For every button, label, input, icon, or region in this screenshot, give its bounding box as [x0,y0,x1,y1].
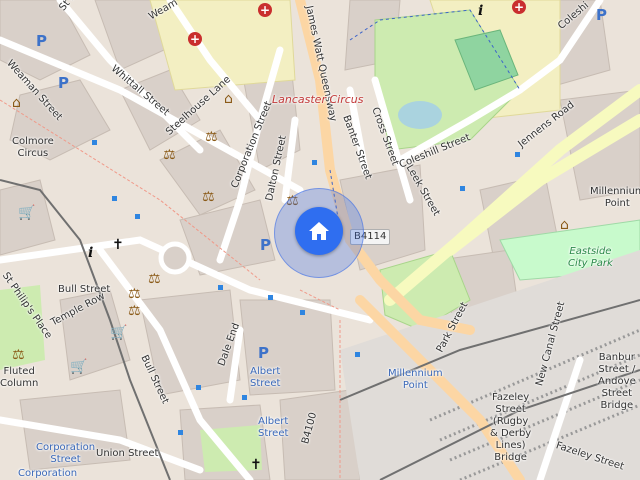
university-icon[interactable]: ⌂ [224,92,233,106]
label-corporation-bottom2: Corporation [18,468,78,479]
bus-stop[interactable] [460,186,465,191]
shop-icon[interactable]: 🛒 [70,360,87,374]
courthouse-icon[interactable]: ⚖ [202,190,215,204]
shop-icon[interactable]: 🛒 [110,326,127,340]
bus-stop[interactable] [242,395,247,400]
parking-icon[interactable]: P [58,76,69,91]
label-colmore-circus: Colmore Circus [12,136,54,159]
bus-stop[interactable] [218,285,223,290]
bus-stop[interactable] [178,430,183,435]
label-union-street: Union Street [96,448,159,459]
building-block [279,389,361,480]
courthouse-icon[interactable]: ⚖ [163,148,176,162]
map-canvas[interactable]: St Ma Weam Weaman Street Whittall Street… [0,0,640,480]
university-icon[interactable]: ⌂ [560,218,569,232]
label-millennium-point-right: Millennium Point [590,186,640,209]
label-albert-street-2: Albert Street [258,416,289,439]
hospital-icon[interactable]: + [512,0,526,14]
roundabout [158,241,192,275]
courthouse-icon[interactable]: ⚖ [128,287,141,301]
label-fazeley-street-bridge: Fazeley Street (Rugby & Derby Lines) Bri… [490,392,532,463]
bus-stop[interactable] [515,152,520,157]
church-icon[interactable]: ✝ [250,458,262,472]
label-fluted-column: Fluted Column [0,366,39,389]
pond [398,101,442,129]
info-icon[interactable]: i [88,246,93,260]
label-lancaster-circus: Lancaster Circus [272,93,364,106]
bus-stop[interactable] [92,140,97,145]
parking-icon[interactable]: P [260,238,271,253]
parking-icon[interactable]: P [36,34,47,49]
home-icon [309,222,329,240]
bus-stop[interactable] [196,385,201,390]
courthouse-icon[interactable]: ⚖ [205,130,218,144]
hospital-icon[interactable]: + [188,32,202,46]
courthouse-icon[interactable]: ⚖ [128,304,141,318]
parking-icon[interactable]: P [596,8,607,23]
shop-icon[interactable]: 🛒 [18,206,35,220]
bus-stop[interactable] [268,295,273,300]
location-marker[interactable] [295,207,343,255]
bus-stop[interactable] [312,160,317,165]
church-icon[interactable]: ✝ [112,238,124,252]
parking-icon[interactable]: P [258,346,269,361]
courthouse-icon[interactable]: ⚖ [12,348,25,362]
label-corporation-street-bottom: Corporation Street [36,442,96,465]
bus-stop[interactable] [112,196,117,201]
bus-stop[interactable] [355,352,360,357]
university-icon[interactable]: ⌂ [12,96,21,110]
label-banbury-street-bridge: Banbur Street / Andove Street Bridge [598,352,636,411]
label-eastside-city-park: Eastside City Park [568,246,613,269]
label-albert-street-1: Albert Street [250,366,281,389]
hospital-icon[interactable]: + [258,3,272,17]
courthouse-icon[interactable]: ⚖ [148,272,161,286]
info-icon[interactable]: i [478,4,483,18]
label-millennium-point-bottom: Millennium Point [388,368,443,391]
bus-stop[interactable] [300,310,305,315]
bus-stop[interactable] [135,214,140,219]
